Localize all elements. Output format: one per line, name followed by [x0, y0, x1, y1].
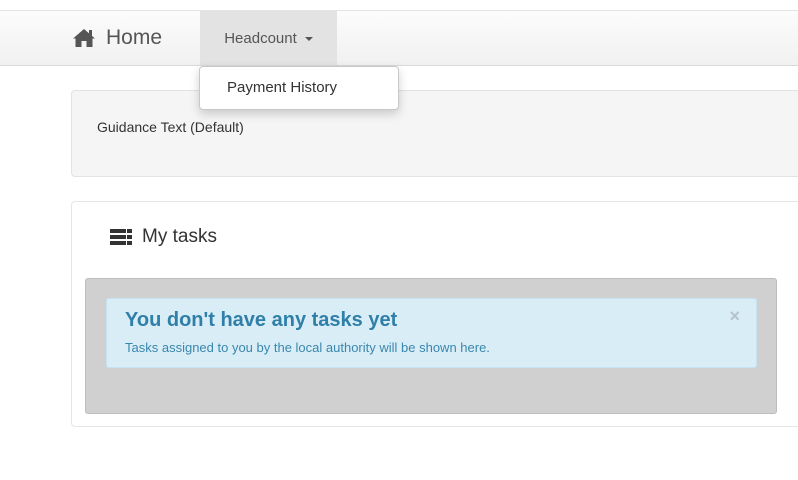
home-icon — [73, 29, 95, 47]
my-tasks-heading: My tasks — [110, 226, 217, 248]
my-tasks-panel: My tasks You don't have any tasks yet Ta… — [71, 201, 798, 427]
no-tasks-alert: You don't have any tasks yet Tasks assig… — [106, 298, 757, 368]
menu-item-payment-history[interactable]: Payment History — [227, 79, 337, 96]
nav-headcount-label: Headcount — [224, 29, 297, 47]
guidance-panel: Guidance Text (Default) — [71, 90, 798, 177]
alert-message: Tasks assigned to you by the local autho… — [125, 340, 490, 355]
close-icon[interactable]: × — [729, 307, 740, 325]
headcount-dropdown-menu: Payment History — [199, 66, 399, 110]
nav-home-label: Home — [106, 26, 163, 49]
tasks-list-icon — [110, 229, 132, 245]
top-navbar: Home Headcount — [0, 10, 798, 66]
my-tasks-title: My tasks — [142, 226, 217, 247]
alert-title: You don't have any tasks yet — [125, 309, 398, 331]
guidance-text: Guidance Text (Default) — [97, 119, 244, 135]
caret-down-icon — [304, 37, 313, 41]
tasks-well: You don't have any tasks yet Tasks assig… — [85, 278, 777, 414]
nav-home-link[interactable]: Home — [72, 11, 162, 65]
nav-headcount-dropdown-toggle[interactable]: Headcount — [200, 11, 337, 65]
